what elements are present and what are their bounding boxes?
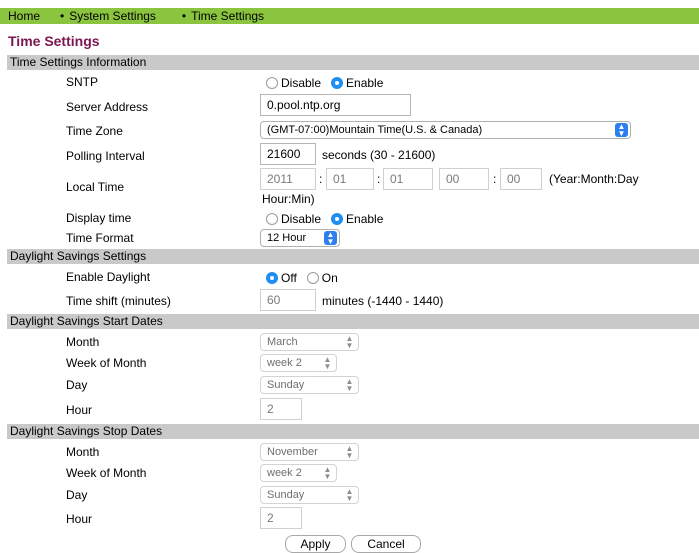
- start-week-value: week 2: [267, 357, 302, 369]
- stop-week-label: Week of Month: [66, 466, 147, 480]
- nav-system-settings[interactable]: • System Settings: [60, 9, 156, 23]
- page-title: Time Settings: [8, 33, 100, 49]
- display-time-enable-radio[interactable]: [331, 213, 344, 225]
- time-shift-input[interactable]: 60: [260, 289, 316, 311]
- local-time-hour-input[interactable]: 00: [439, 168, 489, 190]
- chevron-updown-icon: ▲ ▼: [345, 334, 354, 350]
- section-daylight-savings-stop-dates: Daylight Savings Stop Dates: [7, 424, 699, 439]
- start-week-label: Week of Month: [66, 356, 147, 370]
- stop-week-value: week 2: [267, 467, 302, 479]
- time-format-value: 12 Hour: [267, 232, 307, 244]
- apply-button[interactable]: Apply: [285, 535, 346, 553]
- polling-interval-hint: seconds (30 - 21600): [322, 148, 436, 162]
- display-time-disable-radio[interactable]: [266, 213, 278, 225]
- sntp-disable-label: Disable: [281, 76, 322, 90]
- display-time-disable-label: Disable: [281, 212, 322, 226]
- section-daylight-savings-settings: Daylight Savings Settings: [7, 249, 699, 264]
- nav-home[interactable]: Home: [8, 9, 40, 23]
- time-zone-select[interactable]: (GMT-07:00)Mountain Time(U.S. & Canada) …: [260, 121, 631, 139]
- local-time-month-input[interactable]: 01: [326, 168, 374, 190]
- polling-interval-label: Polling Interval: [66, 149, 145, 163]
- sntp-enable-label: Enable: [346, 76, 384, 90]
- bullet-icon: •: [181, 9, 187, 23]
- display-time-enable-label: Enable: [346, 212, 384, 226]
- section-daylight-savings-start-dates: Daylight Savings Start Dates: [7, 314, 699, 329]
- stop-month-value: November: [267, 446, 318, 458]
- chevron-updown-icon: ▲ ▼: [323, 355, 332, 371]
- stop-day-label: Day: [66, 488, 88, 502]
- stop-day-value: Sunday: [267, 489, 305, 501]
- time-zone-value: (GMT-07:00)Mountain Time(U.S. & Canada): [267, 124, 483, 136]
- daylight-on-radio[interactable]: [306, 272, 319, 284]
- chevron-updown-icon: ▲ ▼: [345, 377, 354, 393]
- local-time-sep: :: [493, 172, 497, 186]
- sntp-disable-radio[interactable]: [266, 77, 278, 89]
- stop-hour-label: Hour: [66, 512, 93, 526]
- stop-hour-input[interactable]: 2: [260, 507, 302, 529]
- sntp-enable-radio[interactable]: [331, 77, 344, 89]
- enable-daylight-radio-group: Off On: [266, 271, 338, 285]
- server-address-label: Server Address: [66, 100, 149, 114]
- stop-month-select[interactable]: November ▲ ▼: [260, 443, 359, 461]
- polling-interval-input[interactable]: 21600: [260, 143, 316, 165]
- server-address-input[interactable]: 0.pool.ntp.org: [260, 94, 411, 116]
- nav-time-settings-label: Time Settings: [191, 9, 265, 23]
- display-time-label: Display time: [66, 211, 132, 225]
- local-time-minute-input[interactable]: 00: [500, 168, 542, 190]
- local-time-sep: :: [377, 172, 381, 186]
- daylight-off-radio[interactable]: [266, 272, 278, 284]
- start-hour-label: Hour: [66, 403, 93, 417]
- enable-daylight-label: Enable Daylight: [66, 270, 151, 284]
- start-month-value: March: [267, 336, 298, 348]
- chevron-updown-icon: ▲ ▼: [323, 465, 332, 481]
- nav-system-settings-label: System Settings: [69, 9, 156, 23]
- time-shift-label: Time shift (minutes): [66, 294, 171, 308]
- stop-week-select[interactable]: week 2 ▲ ▼: [260, 464, 337, 482]
- start-day-label: Day: [66, 378, 88, 392]
- nav-time-settings[interactable]: • Time Settings: [182, 9, 264, 23]
- chevron-updown-icon: ▲ ▼: [345, 487, 354, 503]
- sntp-label: SNTP: [66, 75, 99, 89]
- time-format-select[interactable]: 12 Hour ▲ ▼: [260, 229, 340, 247]
- local-time-sep: :: [319, 172, 323, 186]
- start-month-label: Month: [66, 335, 100, 349]
- start-week-select[interactable]: week 2 ▲ ▼: [260, 354, 337, 372]
- chevron-updown-icon: ▲ ▼: [345, 444, 354, 460]
- bullet-icon: •: [60, 9, 65, 23]
- sntp-radio-group: Disable Enable: [266, 76, 383, 90]
- local-time-format-hint-2: Hour:Min): [262, 192, 315, 206]
- daylight-on-label: On: [321, 271, 338, 285]
- daylight-off-label: Off: [281, 271, 297, 285]
- local-time-year-input[interactable]: 2011: [260, 168, 316, 190]
- start-day-value: Sunday: [267, 379, 305, 391]
- top-nav: Home • System Settings • Time Settings: [0, 8, 699, 24]
- time-format-label: Time Format: [66, 231, 134, 245]
- local-time-label: Local Time: [66, 180, 125, 194]
- start-day-select[interactable]: Sunday ▲ ▼: [260, 376, 359, 394]
- time-shift-hint: minutes (-1440 - 1440): [322, 294, 444, 308]
- local-time-day-input[interactable]: 01: [383, 168, 433, 190]
- stop-day-select[interactable]: Sunday ▲ ▼: [260, 486, 359, 504]
- chevron-updown-icon: ▲ ▼: [615, 123, 628, 138]
- cancel-button[interactable]: Cancel: [351, 535, 421, 553]
- time-zone-label: Time Zone: [66, 124, 123, 138]
- section-time-settings-information: Time Settings Information: [7, 55, 699, 70]
- start-month-select[interactable]: March ▲ ▼: [260, 333, 359, 351]
- chevron-updown-icon: ▲ ▼: [324, 231, 337, 246]
- start-hour-input[interactable]: 2: [260, 398, 302, 420]
- display-time-radio-group: Disable Enable: [266, 212, 383, 226]
- stop-month-label: Month: [66, 445, 100, 459]
- local-time-format-hint: (Year:Month:Day: [549, 172, 639, 186]
